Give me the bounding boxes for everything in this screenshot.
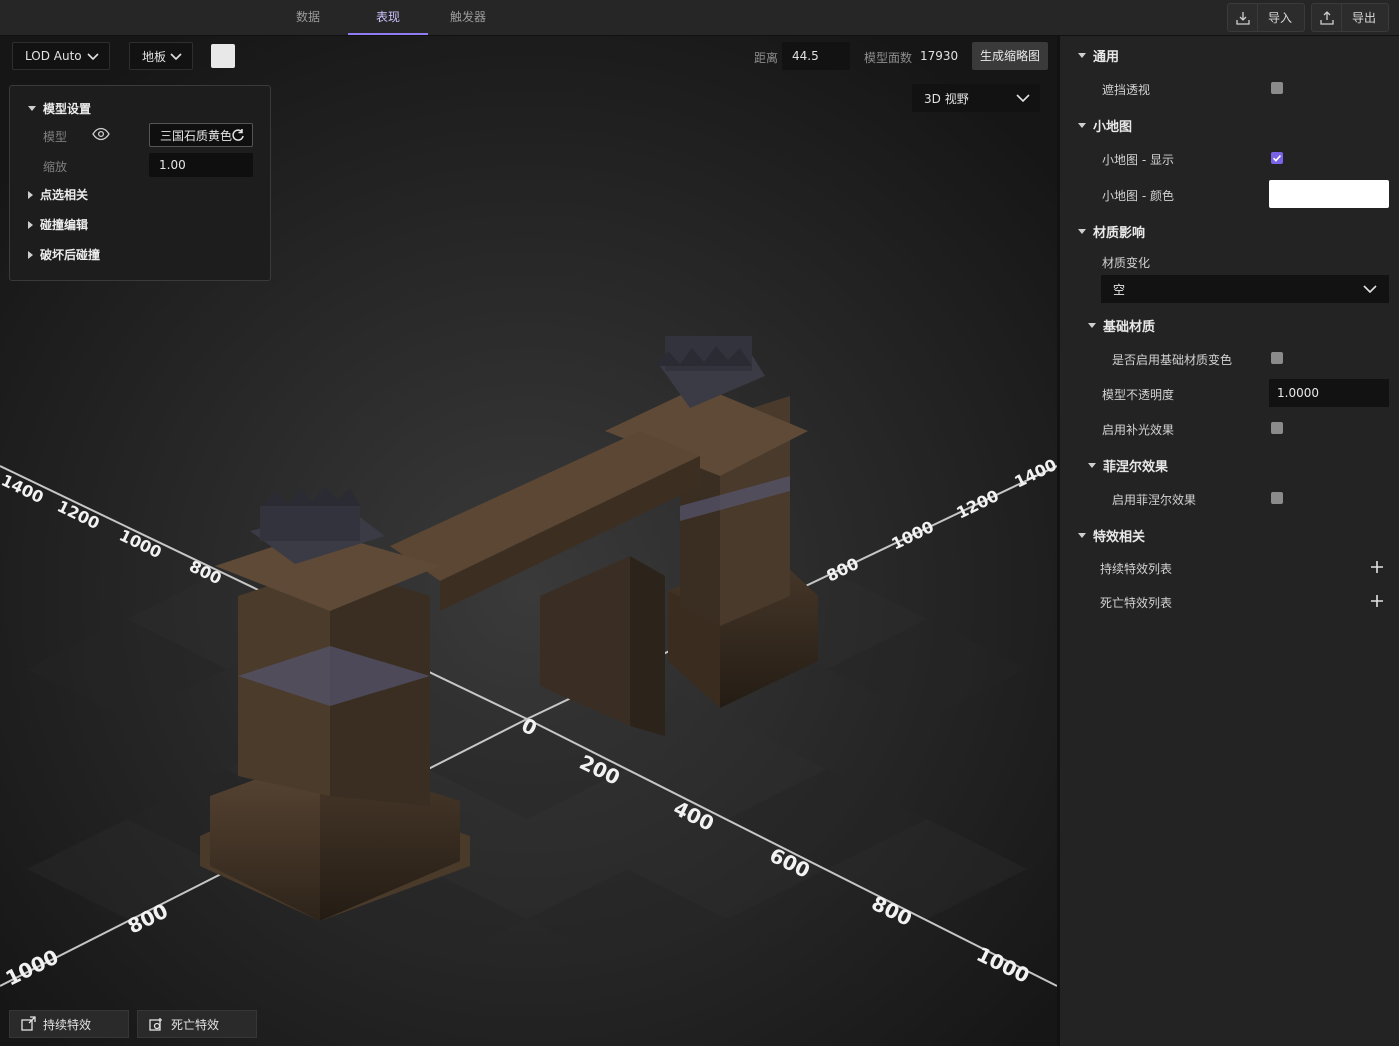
base-material-enable-label: 是否启用基础材质变色: [1112, 353, 1233, 367]
tab-data[interactable]: 数据: [268, 0, 348, 35]
caret-right-icon: [28, 250, 33, 259]
export-label: 导出: [1352, 11, 1377, 25]
scale-field-label: 缩放: [43, 160, 68, 174]
caret-right-icon: [28, 220, 33, 229]
fill-light-label: 启用补光效果: [1102, 423, 1175, 437]
base-material-enable-checkbox[interactable]: [1271, 352, 1283, 364]
add-death-fx-icon[interactable]: [1370, 594, 1384, 608]
face-count-label: 模型面数: [864, 51, 913, 65]
caret-down-icon: [1078, 533, 1086, 538]
chevron-down-icon: [170, 53, 182, 61]
model-field-label: 模型: [43, 130, 68, 144]
section-broken-collision[interactable]: 破坏后碰撞: [28, 246, 100, 263]
chevron-down-icon: [87, 53, 99, 61]
caret-down-icon: [1088, 463, 1096, 468]
section-material-title: 材质影响: [1093, 226, 1146, 241]
3d-viewport[interactable]: 1400 1200 1000 800 800 1000 1200 1400 0 …: [0, 36, 1057, 1046]
minimap-show-label: 小地图 - 显示: [1102, 153, 1174, 167]
distance-input[interactable]: 44.5: [782, 42, 850, 70]
distance-label: 距离: [754, 51, 779, 65]
material-change-value: 空: [1113, 282, 1126, 297]
caret-down-icon: [1078, 53, 1086, 58]
add-loop-fx-icon[interactable]: [1370, 560, 1384, 574]
floor-select-value: 地板: [142, 49, 167, 64]
generate-thumbnail-button[interactable]: 生成缩略图: [972, 42, 1048, 70]
model-settings-header[interactable]: 模型设置: [28, 100, 91, 117]
death-fx-list-label: 死亡特效列表: [1100, 596, 1173, 610]
caret-down-icon: [1088, 323, 1096, 328]
import-icon: [1228, 4, 1258, 31]
model-settings-title: 模型设置: [43, 102, 92, 116]
section-fresnel-header[interactable]: 菲涅尔效果: [1088, 456, 1168, 475]
background-color-swatch[interactable]: [211, 44, 235, 68]
occlusion-label: 遮挡透视: [1102, 83, 1151, 97]
fresnel-enable-label: 启用菲涅尔效果: [1112, 493, 1197, 507]
model-settings-panel: 模型设置 模型 三国石质黄色 缩放 1.00 点选相关 碰撞编辑 破坏后碰撞: [9, 85, 271, 281]
caret-down-icon: [28, 106, 36, 111]
caret-down-icon: [1078, 123, 1086, 128]
section-broken-collision-label: 破坏后碰撞: [40, 248, 101, 262]
fill-light-checkbox[interactable]: [1271, 422, 1283, 434]
minimap-color-swatch[interactable]: [1269, 180, 1389, 208]
caret-right-icon: [28, 190, 33, 199]
occlusion-checkbox[interactable]: [1271, 82, 1283, 94]
scale-input[interactable]: 1.00: [149, 153, 253, 177]
refresh-icon[interactable]: [231, 128, 245, 142]
minimap-show-checkbox[interactable]: [1271, 152, 1283, 164]
section-material-header[interactable]: 材质影响: [1078, 222, 1145, 241]
loop-fx-list-label: 持续特效列表: [1100, 562, 1173, 576]
import-label: 导入: [1268, 11, 1293, 25]
section-general-title: 通用: [1093, 50, 1120, 65]
checkmark-icon: [1272, 155, 1282, 162]
view-mode-value: 3D 视野: [924, 91, 969, 106]
section-effects-header[interactable]: 特效相关: [1078, 526, 1145, 545]
section-minimap-title: 小地图: [1093, 120, 1133, 135]
properties-panel: 通用 遮挡透视 小地图 小地图 - 显示 小地图 - 颜色 材质影响 材质变化 …: [1057, 36, 1399, 1046]
top-tab-bar: 数据 表现 触发器 导入 导出: [0, 0, 1399, 36]
section-effects-title: 特效相关: [1093, 530, 1146, 545]
view-mode-select[interactable]: 3D 视野: [912, 84, 1040, 112]
eye-icon[interactable]: [92, 127, 110, 141]
model-select-value: 三国石质黄色: [160, 129, 233, 143]
chevron-down-icon: [1016, 94, 1030, 103]
fresnel-enable-checkbox[interactable]: [1271, 492, 1283, 504]
material-change-select[interactable]: 空: [1101, 275, 1389, 303]
opacity-label: 模型不透明度: [1102, 388, 1175, 402]
chevron-down-icon: [1363, 285, 1377, 294]
death-fx-icon: [149, 1018, 162, 1031]
death-fx-label: 死亡特效: [171, 1017, 220, 1032]
floor-select[interactable]: 地板: [129, 42, 193, 70]
section-pick[interactable]: 点选相关: [28, 186, 88, 203]
section-fresnel-title: 菲涅尔效果: [1103, 460, 1169, 475]
section-minimap-header[interactable]: 小地图: [1078, 116, 1132, 135]
section-general-header[interactable]: 通用: [1078, 46, 1119, 65]
section-collision-edit[interactable]: 碰撞编辑: [28, 216, 88, 233]
loop-fx-icon: [21, 1016, 36, 1031]
section-base-material-title: 基础材质: [1103, 320, 1156, 335]
lod-select[interactable]: LOD Auto: [12, 42, 110, 70]
tab-triggers[interactable]: 触发器: [428, 0, 508, 35]
material-change-label: 材质变化: [1102, 256, 1151, 270]
section-pick-label: 点选相关: [40, 188, 89, 202]
loop-fx-label: 持续特效: [43, 1017, 92, 1032]
lod-select-value: LOD Auto: [25, 49, 82, 63]
opacity-input[interactable]: 1.0000: [1269, 379, 1389, 407]
tab-appearance[interactable]: 表现: [348, 0, 428, 35]
section-collision-edit-label: 碰撞编辑: [40, 218, 89, 232]
section-base-material-header[interactable]: 基础材质: [1088, 316, 1155, 335]
export-button[interactable]: 导出: [1311, 3, 1390, 32]
import-button[interactable]: 导入: [1227, 3, 1306, 32]
minimap-color-label: 小地图 - 颜色: [1102, 189, 1174, 203]
loop-fx-button[interactable]: 持续特效: [9, 1010, 129, 1038]
death-fx-button[interactable]: 死亡特效: [137, 1010, 257, 1038]
export-icon: [1312, 4, 1342, 31]
caret-down-icon: [1078, 229, 1086, 234]
face-count-value: 17930: [920, 49, 959, 63]
